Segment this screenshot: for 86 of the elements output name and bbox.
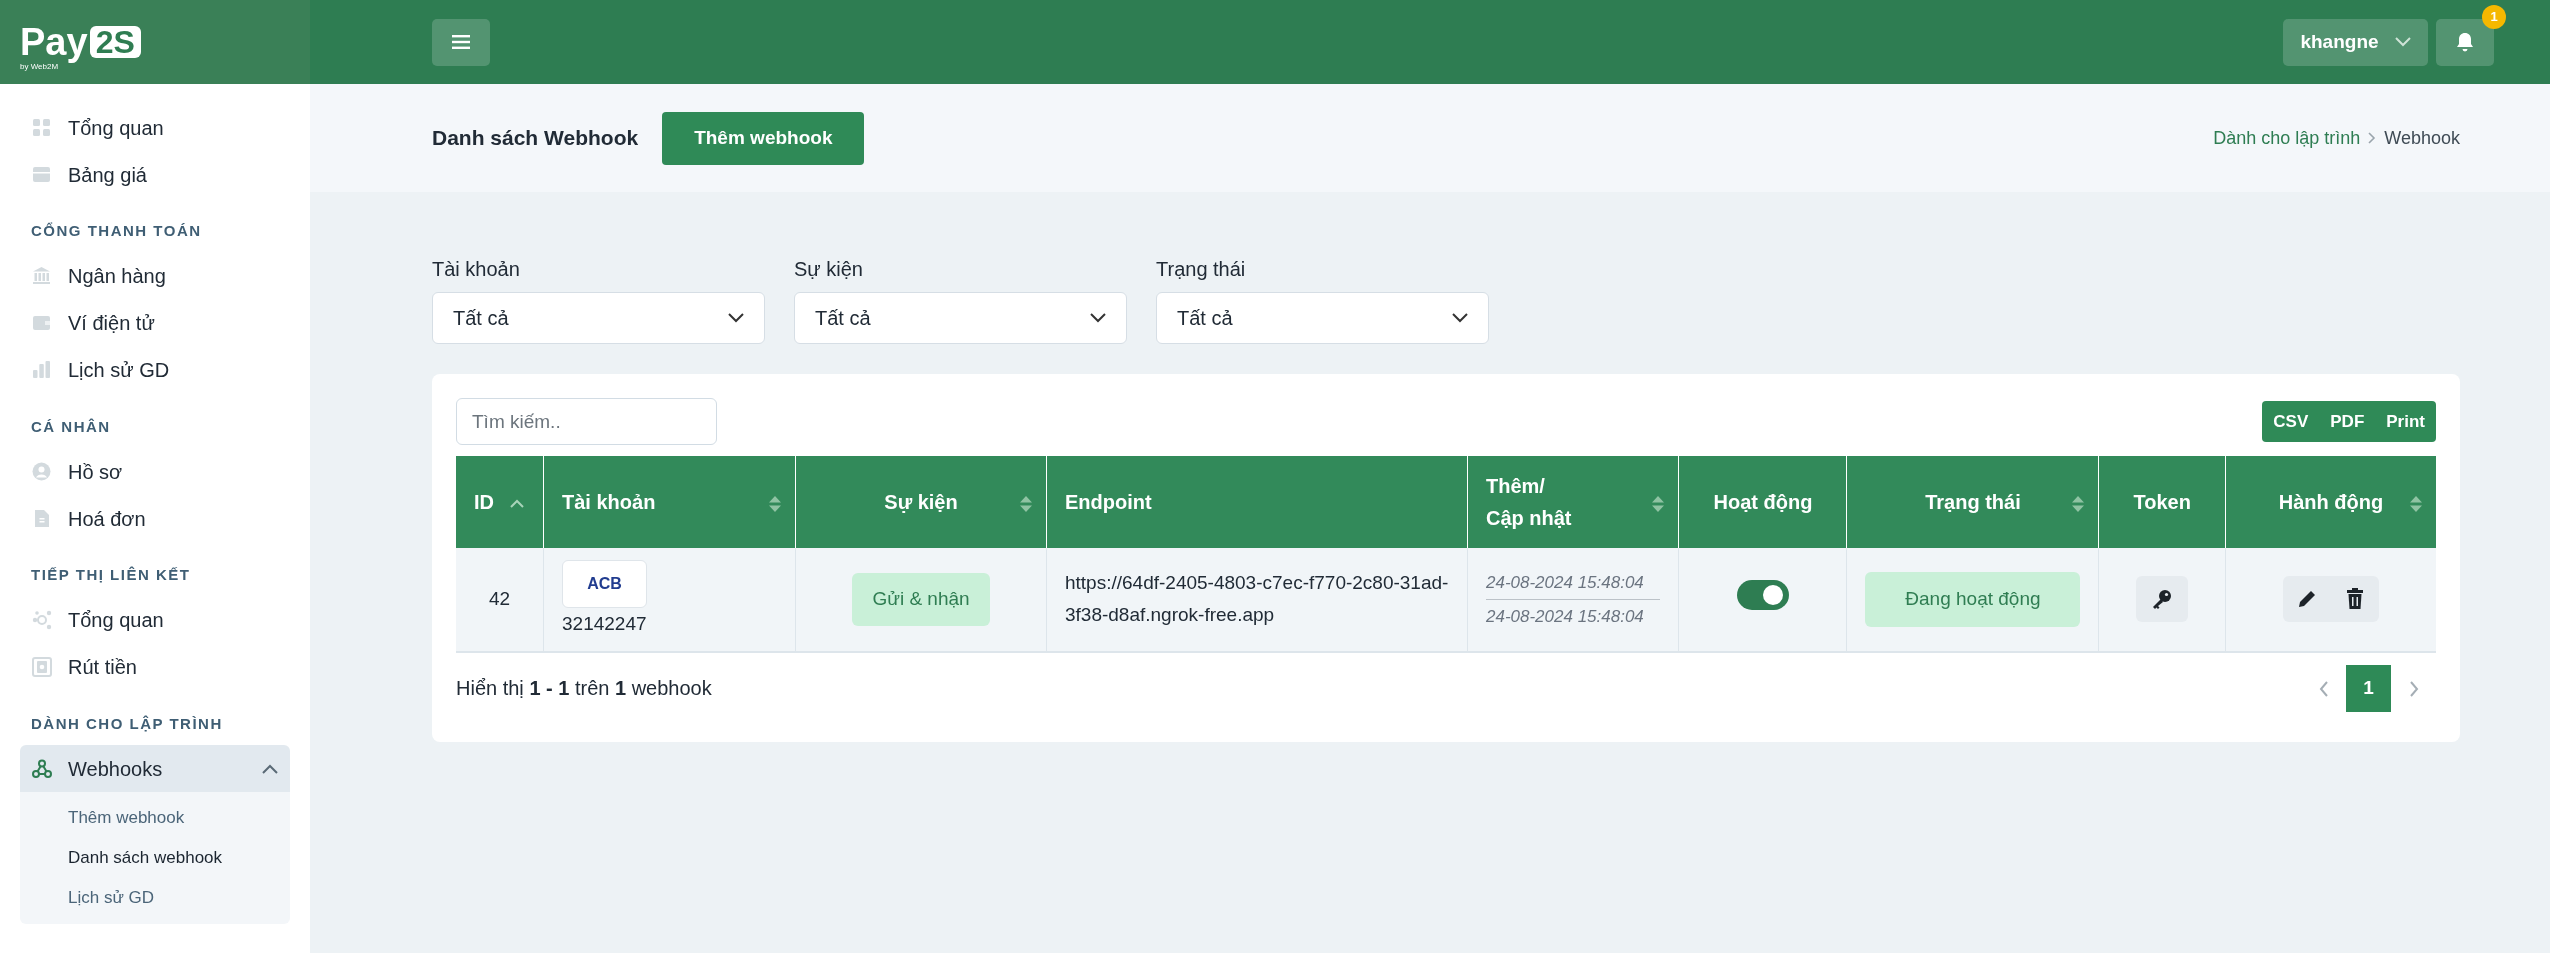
column-header[interactable]: ID xyxy=(456,456,544,548)
sidebar-item[interactable]: Hoá đơn xyxy=(20,495,290,542)
submenu-item[interactable]: Danh sách webhook xyxy=(68,838,290,878)
section-heading: DÀNH CHO LẬP TRÌNH xyxy=(31,713,224,734)
cash-icon xyxy=(32,657,52,677)
sidebar-item[interactable]: Tổng quan xyxy=(20,596,290,644)
sidebar-item[interactable]: Lịch sử GD xyxy=(20,346,290,394)
filter-select[interactable]: Tất cả xyxy=(1156,292,1489,344)
column-header[interactable]: Endpoint xyxy=(1046,456,1468,548)
export-button[interactable]: Print xyxy=(2375,400,2436,443)
section-heading: CỔNG THANH TOÁN xyxy=(31,221,203,241)
box-icon xyxy=(32,164,52,185)
pencil-icon xyxy=(2296,589,2317,610)
event-badge: Gửi & nhận xyxy=(852,573,990,626)
submenu-item[interactable]: Lịch sử GD xyxy=(68,878,290,918)
bank-logo: ACB xyxy=(562,560,648,608)
menu-icon xyxy=(452,34,470,50)
filter-select[interactable]: Tất cả xyxy=(432,292,765,344)
column-header[interactable]: Trạng thái xyxy=(1846,456,2099,548)
user-icon xyxy=(32,461,52,482)
sort-icon xyxy=(2072,495,2085,512)
status-badge: Đang hoạt động xyxy=(1865,572,2081,627)
chevron-right-icon xyxy=(2408,680,2419,697)
sort-icon xyxy=(1020,495,1032,512)
filter-label: Tài khoản xyxy=(432,257,521,282)
page-title: Danh sách Webhook xyxy=(432,125,639,152)
wallet-icon xyxy=(32,313,52,333)
sort-icon xyxy=(2410,495,2422,512)
sidebar-item[interactable]: Bảng giá xyxy=(20,151,290,198)
sidebar-item[interactable]: Hồ sơ xyxy=(20,448,290,495)
logo-text: Pay xyxy=(20,23,88,61)
date-text: 24-08-2024 15:48:04 xyxy=(1485,573,1645,594)
column-header[interactable]: Thêm/ Cập nhật xyxy=(1467,456,1679,548)
key-icon xyxy=(2151,588,2174,611)
network-icon xyxy=(32,610,52,630)
bar-chart-icon xyxy=(32,360,52,380)
column-header[interactable]: Hoạt động xyxy=(1678,456,1847,548)
invoice-icon xyxy=(32,508,52,529)
active-toggle[interactable] xyxy=(1736,580,1789,610)
breadcrumb-link[interactable]: Dành cho lập trình xyxy=(2213,124,2361,152)
logo-tagline: by Web2M xyxy=(20,63,59,71)
sidebar-item[interactable]: Webhooks xyxy=(20,745,290,792)
column-header[interactable]: Hành động xyxy=(2225,456,2436,548)
logo-badge: 2S xyxy=(89,26,141,58)
chevron-down-icon xyxy=(2394,37,2411,47)
breadcrumb-current: Webhook xyxy=(2384,126,2460,150)
add-webhook-button[interactable]: Thêm webhook xyxy=(662,111,865,165)
export-button[interactable]: PDF xyxy=(2319,400,2376,443)
page-button[interactable]: 1 xyxy=(2346,664,2391,712)
endpoint-url: https://64df-2405-4803-c7ec-f770-2c80-31ad-3f38-d8af.ngrok-free.app xyxy=(1065,571,1449,626)
sidebar-item[interactable]: Ngân hàng xyxy=(20,252,290,300)
token-button[interactable] xyxy=(2136,576,2189,623)
sidebar-item[interactable]: Rút tiền xyxy=(20,643,290,691)
table-cell: 42 xyxy=(488,588,511,609)
results-summary: Hiển thị 1 - 1 trên 1 webhook xyxy=(456,676,712,701)
column-header[interactable]: Tài khoản xyxy=(543,456,796,548)
chevron-down-icon xyxy=(728,313,744,323)
column-header[interactable]: Sự kiện xyxy=(795,456,1047,548)
sort-ascending-icon xyxy=(510,499,524,509)
notification-count: 1 xyxy=(2482,4,2506,29)
date-text: 24-08-2024 15:48:04 xyxy=(1485,605,1645,625)
bank-icon xyxy=(32,266,52,286)
submenu-item[interactable]: Thêm webhook xyxy=(68,798,290,838)
section-heading: CÁ NHÂN xyxy=(31,416,112,437)
chevron-down-icon xyxy=(1452,313,1468,323)
filter-label: Sự kiện xyxy=(794,257,864,282)
column-header[interactable]: Token xyxy=(2098,456,2226,548)
export-button[interactable]: CSV xyxy=(2262,400,2320,443)
account-number: 32142247 xyxy=(562,613,647,634)
filter-select[interactable]: Tất cả xyxy=(794,292,1127,344)
chevron-left-icon xyxy=(2318,680,2329,697)
sort-icon xyxy=(769,495,781,512)
bell-icon xyxy=(2456,32,2474,52)
webhook-icon xyxy=(32,758,52,779)
sort-icon xyxy=(1652,495,1665,512)
search-field[interactable]: Tìm kiếm.. xyxy=(456,398,717,445)
chevron-down-icon xyxy=(1090,313,1106,323)
grid-icon xyxy=(32,117,52,138)
sidebar-item[interactable]: Tổng quan xyxy=(20,104,290,151)
sidebar-item[interactable]: Ví điện tử xyxy=(20,299,290,347)
filter-label: Trạng thái xyxy=(1156,257,1247,282)
section-heading: TIẾP THỊ LIÊN KẾT xyxy=(31,565,192,585)
user-menu-button[interactable]: khangne xyxy=(2283,18,2428,66)
menu-button[interactable] xyxy=(432,18,490,66)
trash-icon xyxy=(2345,588,2364,611)
chevron-right-icon xyxy=(2368,132,2377,144)
